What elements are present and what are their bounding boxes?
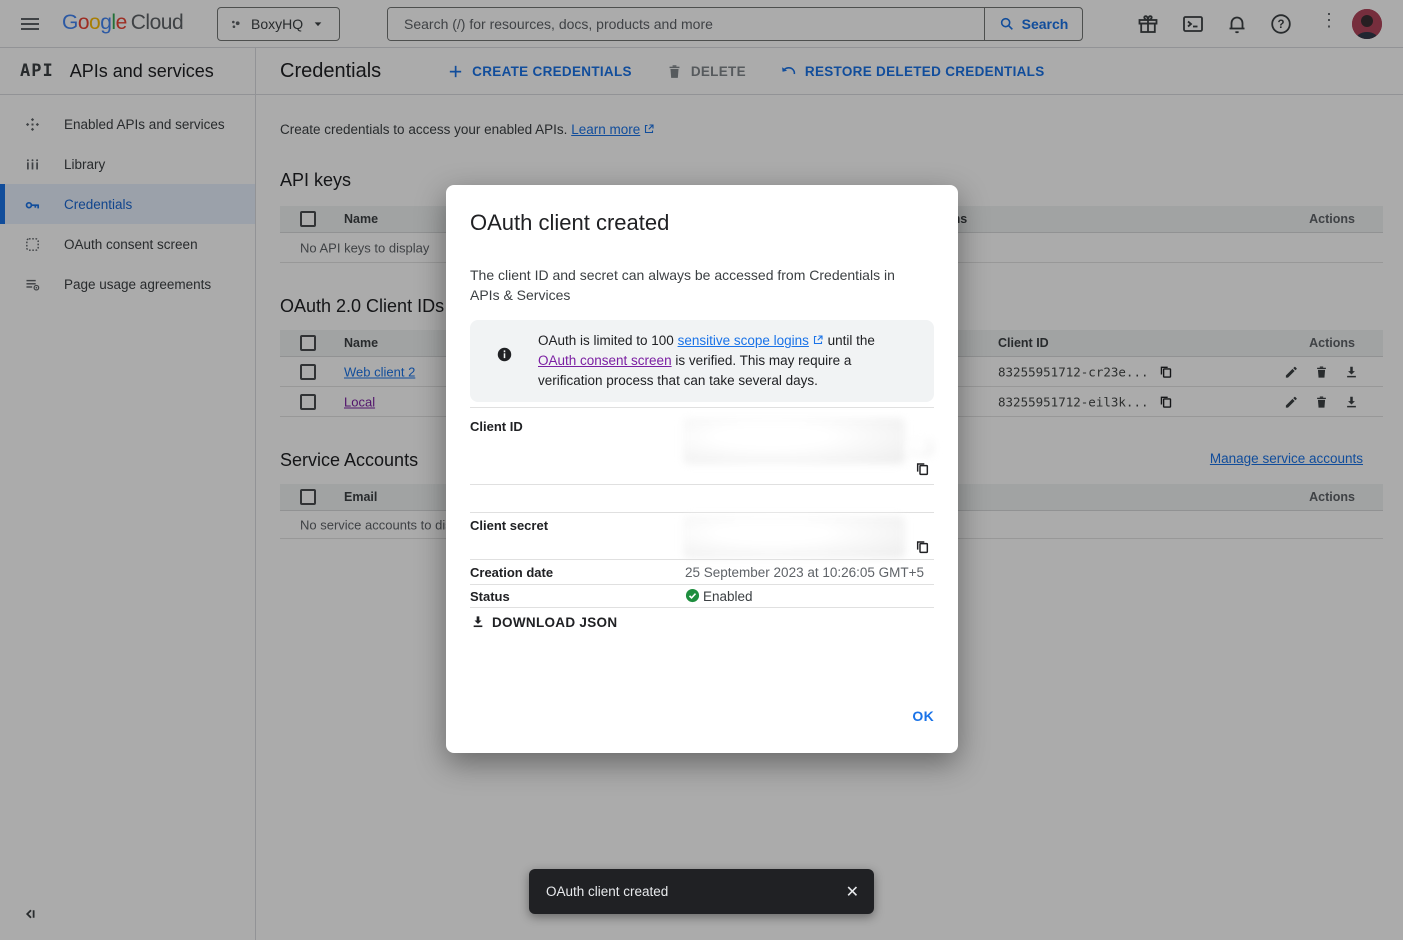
snackbar: OAuth client created ✕ xyxy=(529,869,874,914)
client-id-value-redacted xyxy=(683,418,905,464)
divider xyxy=(470,607,934,608)
client-secret-value-redacted xyxy=(683,516,905,558)
verification-notice: OAuth is limited to 100 sensitive scope … xyxy=(470,320,934,402)
dialog-title: OAuth client created xyxy=(470,210,669,236)
check-circle-icon xyxy=(685,588,700,603)
client-secret-label: Client secret xyxy=(470,518,548,533)
snackbar-message: OAuth client created xyxy=(546,884,846,899)
oauth-client-created-dialog: OAuth client created The client ID and s… xyxy=(446,185,958,753)
client-id-label: Client ID xyxy=(470,419,523,434)
external-link-icon xyxy=(812,334,824,346)
info-icon xyxy=(496,346,513,363)
status-value: Enabled xyxy=(703,589,753,604)
divider xyxy=(470,584,934,585)
dialog-subtitle: The client ID and secret can always be a… xyxy=(470,265,920,305)
copy-client-id-icon[interactable] xyxy=(914,461,930,477)
divider xyxy=(470,512,934,513)
status-label: Status xyxy=(470,589,510,604)
divider xyxy=(470,484,934,485)
creation-date-label: Creation date xyxy=(470,565,553,580)
snackbar-close-icon[interactable]: ✕ xyxy=(846,882,859,902)
ok-button[interactable]: OK xyxy=(912,708,934,724)
sensitive-scope-logins-link[interactable]: sensitive scope logins xyxy=(678,333,809,348)
download-icon xyxy=(470,614,486,630)
divider xyxy=(470,559,934,560)
client-id-value-redacted xyxy=(907,439,934,456)
download-json-button[interactable]: DOWNLOAD JSON xyxy=(470,614,617,630)
oauth-consent-screen-link[interactable]: OAuth consent screen xyxy=(538,353,672,368)
creation-date-value: 25 September 2023 at 10:26:05 GMT+5 xyxy=(685,565,924,580)
copy-client-secret-icon[interactable] xyxy=(914,539,930,555)
divider xyxy=(470,407,934,408)
